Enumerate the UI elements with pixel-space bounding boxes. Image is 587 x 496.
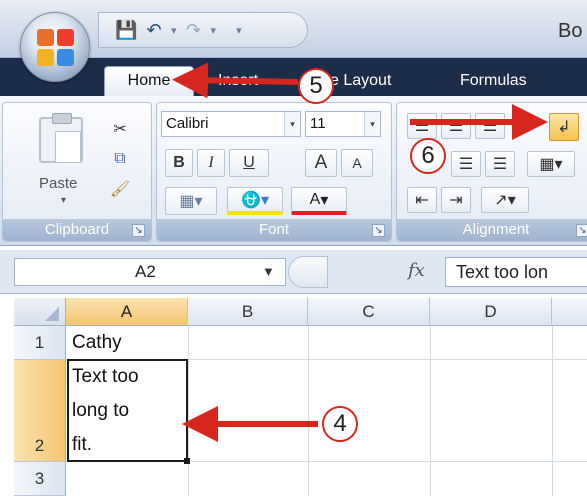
borders-icon[interactable]: ▦▾ [165, 187, 217, 215]
font-group-label: Font [157, 219, 391, 241]
font-name-value: Calibri [166, 115, 209, 132]
font-color-button[interactable]: A ▾ [291, 187, 347, 215]
align-top-icon[interactable]: ☰ [407, 113, 437, 139]
ribbon-tab-strip: Home Insert e Layout Formulas [0, 58, 587, 98]
office-logo-icon [37, 29, 75, 67]
formula-bar: A2 ▼ fx Text too lon [0, 250, 587, 294]
gridline [188, 326, 189, 496]
step-4-callout: 4 [322, 406, 358, 442]
format-painter-icon[interactable]: 🖌 [107, 177, 133, 201]
row-header-3[interactable]: 3 [14, 462, 66, 496]
customize-qat-icon[interactable]: ▾ [236, 24, 242, 37]
column-header-c[interactable]: C [308, 298, 430, 326]
font-size-value: 11 [310, 115, 326, 132]
grow-font-button[interactable]: A [305, 149, 337, 177]
copy-icon[interactable]: ⧉ [107, 147, 133, 171]
orientation-icon[interactable]: ↗▾ [481, 187, 529, 213]
clipboard-group-label: Clipboard [3, 219, 151, 241]
column-header-a[interactable]: A [66, 298, 188, 326]
increase-indent-icon[interactable]: ⇥ [441, 187, 471, 213]
italic-button[interactable]: I [197, 149, 225, 177]
chevron-down-icon[interactable]: ▾ [364, 112, 380, 136]
save-icon[interactable]: 💾 [115, 20, 137, 41]
font-size-combo[interactable]: 11 ▾ [305, 111, 381, 137]
undo-dropdown-icon[interactable]: ▾ [171, 24, 177, 37]
paste-button-label[interactable]: Paste [39, 175, 77, 192]
step-5-callout: 5 [298, 68, 334, 104]
decrease-indent-icon[interactable]: ⇤ [407, 187, 437, 213]
tab-home[interactable]: Home [104, 66, 194, 98]
shrink-font-button[interactable]: A [341, 149, 373, 177]
cut-icon[interactable]: ✂ [107, 117, 133, 141]
cell-a1[interactable]: Cathy [72, 332, 122, 354]
gridline [552, 326, 553, 496]
gridline [308, 326, 309, 496]
step-6-callout: 6 [410, 138, 446, 174]
worksheet-grid: A B C D 1 2 3 Cathy Text too long to fit… [14, 298, 587, 496]
redo-dropdown-icon[interactable]: ▾ [211, 24, 217, 37]
alignment-group-label: Alignment [397, 219, 587, 241]
merge-center-icon[interactable]: ▦▾ [527, 151, 575, 177]
underline-button[interactable]: U [229, 149, 269, 177]
align-right-icon[interactable]: ☰ [485, 151, 515, 177]
clipboard-launcher-icon[interactable]: ↘ [132, 224, 145, 237]
name-box[interactable]: A2 [14, 258, 286, 286]
quick-access-toolbar: 💾 ↶ ▾ ↷ ▾ ▾ [98, 12, 308, 48]
fill-color-icon[interactable]: ⛎▾ [227, 187, 283, 215]
formula-input[interactable]: Text too lon [445, 257, 587, 287]
wrap-text-icon[interactable]: ↲ [549, 113, 579, 141]
tab-formulas[interactable]: Formulas [460, 70, 527, 96]
column-header-d[interactable]: D [430, 298, 552, 326]
row-header-1[interactable]: 1 [14, 326, 66, 360]
fill-handle[interactable] [184, 458, 190, 464]
row-header-2[interactable]: 2 [14, 360, 66, 462]
active-cell-a2[interactable] [67, 359, 188, 462]
gridline [430, 326, 431, 496]
tab-insert[interactable]: Insert [218, 70, 258, 96]
bold-button[interactable]: B [165, 149, 193, 177]
align-middle-icon[interactable]: ☰ [441, 113, 471, 139]
font-launcher-icon[interactable]: ↘ [372, 224, 385, 237]
select-all-button[interactable] [14, 298, 66, 326]
formula-bar-resize-handle[interactable] [288, 256, 328, 288]
chevron-down-icon[interactable]: ▾ [284, 112, 300, 136]
paste-dropdown-icon[interactable]: ▾ [61, 195, 66, 206]
name-box-dropdown-icon[interactable]: ▼ [262, 264, 275, 279]
align-bottom-icon[interactable]: ☰ [475, 113, 505, 139]
font-group: Calibri ▾ 11 ▾ B I U A A ▦▾ ⛎▾ A ▾ Font ↘ [156, 102, 392, 242]
center-align-icon[interactable]: ☰ [451, 151, 481, 177]
column-header-e[interactable] [552, 298, 587, 326]
paste-icon[interactable] [39, 113, 83, 163]
column-header-b[interactable]: B [188, 298, 308, 326]
font-color-label: A [309, 190, 321, 208]
font-name-combo[interactable]: Calibri ▾ [161, 111, 301, 137]
window-title: Bo [558, 20, 583, 42]
ribbon: Paste ▾ ✂ ⧉ 🖌 Clipboard ↘ Calibri ▾ 11 ▾… [0, 96, 587, 246]
office-button[interactable] [20, 12, 90, 82]
tab-page-layout[interactable]: e Layout [330, 70, 391, 96]
insert-function-icon[interactable]: fx [408, 260, 425, 281]
redo-icon[interactable]: ↷ [183, 20, 205, 41]
clipboard-group: Paste ▾ ✂ ⧉ 🖌 Clipboard ↘ [2, 102, 152, 242]
alignment-launcher-icon[interactable]: ↘ [576, 224, 587, 237]
undo-icon[interactable]: ↶ [143, 20, 165, 41]
